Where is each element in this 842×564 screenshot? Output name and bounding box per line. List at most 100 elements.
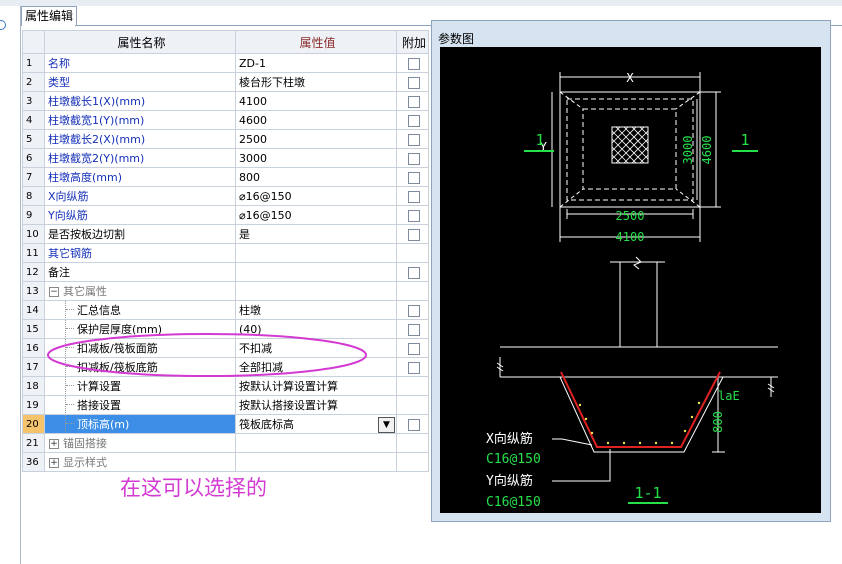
property-name-cell[interactable]: 搭接设置 bbox=[44, 395, 236, 415]
extra-checkbox[interactable] bbox=[408, 361, 420, 374]
property-name-cell[interactable]: 其它钢筋 bbox=[44, 243, 236, 263]
table-row[interactable]: 9 Y向纵筋 ⌀16@150 bbox=[22, 205, 429, 225]
table-row[interactable]: 3 柱墩截长1(X)(mm) 4100 bbox=[22, 91, 429, 111]
property-name-cell[interactable]: 柱墩截宽2(Y)(mm) bbox=[44, 148, 236, 168]
extra-checkbox[interactable] bbox=[408, 95, 420, 108]
header-property-value[interactable]: 属性值 bbox=[235, 30, 397, 54]
extra-checkbox[interactable] bbox=[408, 171, 420, 184]
table-row[interactable]: 20 顶标高(m) ▼ 筏板底标高 bbox=[22, 414, 429, 434]
header-extra[interactable]: 附加 bbox=[396, 30, 429, 54]
property-value-cell[interactable] bbox=[235, 262, 397, 282]
property-name-cell[interactable]: − 其它属性 bbox=[44, 281, 236, 301]
extra-checkbox[interactable] bbox=[408, 133, 420, 146]
property-value-cell[interactable]: 800 bbox=[235, 167, 397, 187]
property-name-cell[interactable]: 是否按板边切割 bbox=[44, 224, 236, 244]
section-mark-left: 1 bbox=[535, 131, 544, 149]
extra-checkbox[interactable] bbox=[408, 57, 420, 70]
row-number: 17 bbox=[22, 357, 45, 377]
expand-icon[interactable]: + bbox=[49, 458, 59, 468]
table-row[interactable]: 6 柱墩截宽2(Y)(mm) 3000 bbox=[22, 148, 429, 168]
extra-checkbox[interactable] bbox=[408, 152, 420, 165]
property-value-cell[interactable]: ⌀16@150 bbox=[235, 205, 397, 225]
property-name-cell[interactable]: 柱墩截长2(X)(mm) bbox=[44, 129, 236, 149]
row-number: 13 bbox=[22, 281, 45, 301]
extra-checkbox[interactable] bbox=[408, 266, 420, 279]
property-name-cell[interactable]: 汇总信息 bbox=[44, 300, 236, 320]
table-row[interactable]: 10 是否按板边切割 是 bbox=[22, 224, 429, 244]
extra-checkbox[interactable] bbox=[408, 323, 420, 336]
row-number: 4 bbox=[22, 110, 45, 130]
property-value-cell[interactable]: 按默认搭接设置计算 bbox=[235, 395, 397, 415]
property-value-cell[interactable]: ▼ 筏板底标高 bbox=[235, 414, 397, 434]
property-name: 汇总信息 bbox=[77, 304, 121, 317]
property-value-cell[interactable]: 棱台形下柱墩 bbox=[235, 72, 397, 92]
extra-checkbox[interactable] bbox=[408, 228, 420, 241]
property-value-cell[interactable]: 4600 bbox=[235, 110, 397, 130]
property-value: 4100 bbox=[239, 94, 267, 108]
extra-checkbox[interactable] bbox=[408, 418, 420, 431]
dropdown-arrow-icon[interactable]: ▼ bbox=[378, 416, 395, 433]
refresh-icon[interactable] bbox=[0, 20, 6, 30]
row-number: 11 bbox=[22, 243, 45, 263]
property-value-cell[interactable] bbox=[235, 452, 397, 472]
extra-checkbox[interactable] bbox=[408, 304, 420, 317]
property-value-cell[interactable] bbox=[235, 433, 397, 453]
property-name-cell[interactable]: X向纵筋 bbox=[44, 186, 236, 206]
parameter-diagram-canvas: X Y 2500 4100 3000 4600 1 1 laE 800 X向纵筋… bbox=[440, 47, 821, 513]
property-name: 柱墩截宽2(Y)(mm) bbox=[48, 152, 145, 165]
table-row[interactable]: 2 类型 棱台形下柱墩 bbox=[22, 72, 429, 92]
extra-checkbox[interactable] bbox=[408, 76, 420, 89]
property-name: 柱墩截长2(X)(mm) bbox=[48, 133, 146, 146]
expand-icon[interactable]: + bbox=[49, 439, 59, 449]
table-row[interactable]: 12 备注 bbox=[22, 262, 429, 282]
property-value: 棱台形下柱墩 bbox=[239, 76, 305, 89]
extra-checkbox[interactable] bbox=[408, 209, 420, 222]
property-value-cell[interactable]: 2500 bbox=[235, 129, 397, 149]
table-row[interactable]: 8 X向纵筋 ⌀16@150 bbox=[22, 186, 429, 206]
property-name-cell[interactable]: + 锚固搭接 bbox=[44, 433, 236, 453]
property-value-cell[interactable]: 柱墩 bbox=[235, 300, 397, 320]
property-name: 柱墩截宽1(Y)(mm) bbox=[48, 114, 145, 127]
property-name-cell[interactable]: 柱墩高度(mm) bbox=[44, 167, 236, 187]
tab-property-editor[interactable]: 属性编辑 bbox=[21, 6, 77, 26]
table-row[interactable]: 19 搭接设置 按默认搭接设置计算 bbox=[22, 395, 429, 415]
property-name-cell[interactable]: Y向纵筋 bbox=[44, 205, 236, 225]
table-row[interactable]: 14 汇总信息 柱墩 bbox=[22, 300, 429, 320]
header-property-name[interactable]: 属性名称 bbox=[44, 30, 236, 54]
label-x-rebar-spec: C16@150 bbox=[486, 452, 541, 467]
property-name-cell[interactable]: 柱墩截宽1(Y)(mm) bbox=[44, 110, 236, 130]
property-name-cell[interactable]: 名称 bbox=[44, 53, 236, 73]
table-row[interactable]: 1 名称 ZD-1 bbox=[22, 53, 429, 73]
table-row[interactable]: 21 + 锚固搭接 bbox=[22, 433, 429, 453]
row-number: 12 bbox=[22, 262, 45, 282]
table-row[interactable]: 11 其它钢筋 bbox=[22, 243, 429, 263]
property-value: 筏板底标高 bbox=[239, 417, 294, 431]
property-value-cell[interactable]: 3000 bbox=[235, 148, 397, 168]
left-panel-edge bbox=[0, 6, 21, 564]
extra-checkbox[interactable] bbox=[408, 190, 420, 203]
property-name-cell[interactable]: 顶标高(m) bbox=[44, 414, 236, 434]
table-row[interactable]: 4 柱墩截宽1(Y)(mm) 4600 bbox=[22, 110, 429, 130]
extra-cell bbox=[396, 243, 429, 263]
extra-checkbox[interactable] bbox=[408, 342, 420, 355]
parameter-diagram-window: 参数图 X Y 2500 4100 3000 4600 1 1 laE 800 … bbox=[431, 20, 831, 522]
row-number: 2 bbox=[22, 72, 45, 92]
property-name-cell[interactable]: 柱墩截长1(X)(mm) bbox=[44, 91, 236, 111]
property-name-cell[interactable]: 备注 bbox=[44, 262, 236, 282]
property-value-cell[interactable]: 4100 bbox=[235, 91, 397, 111]
table-row[interactable]: 5 柱墩截长2(X)(mm) 2500 bbox=[22, 129, 429, 149]
property-value-cell[interactable]: 是 bbox=[235, 224, 397, 244]
collapse-icon[interactable]: − bbox=[49, 287, 59, 297]
property-value-cell[interactable]: ZD-1 bbox=[235, 53, 397, 73]
table-row[interactable]: 36 + 显示样式 bbox=[22, 452, 429, 472]
table-row[interactable]: 7 柱墩高度(mm) 800 bbox=[22, 167, 429, 187]
property-grid: 属性名称 属性值 附加 1 名称 ZD-1 2 类型 棱台形下柱墩 3 柱墩截长1(X)(mm… bbox=[22, 30, 429, 472]
property-value: 4600 bbox=[239, 113, 267, 127]
property-value-cell[interactable] bbox=[235, 281, 397, 301]
property-value-cell[interactable]: ⌀16@150 bbox=[235, 186, 397, 206]
table-row[interactable]: 13− 其它属性 bbox=[22, 281, 429, 301]
property-name-cell[interactable]: 类型 bbox=[44, 72, 236, 92]
extra-checkbox[interactable] bbox=[408, 114, 420, 127]
property-value-cell[interactable] bbox=[235, 243, 397, 263]
property-name-cell[interactable]: + 显示样式 bbox=[44, 452, 236, 472]
